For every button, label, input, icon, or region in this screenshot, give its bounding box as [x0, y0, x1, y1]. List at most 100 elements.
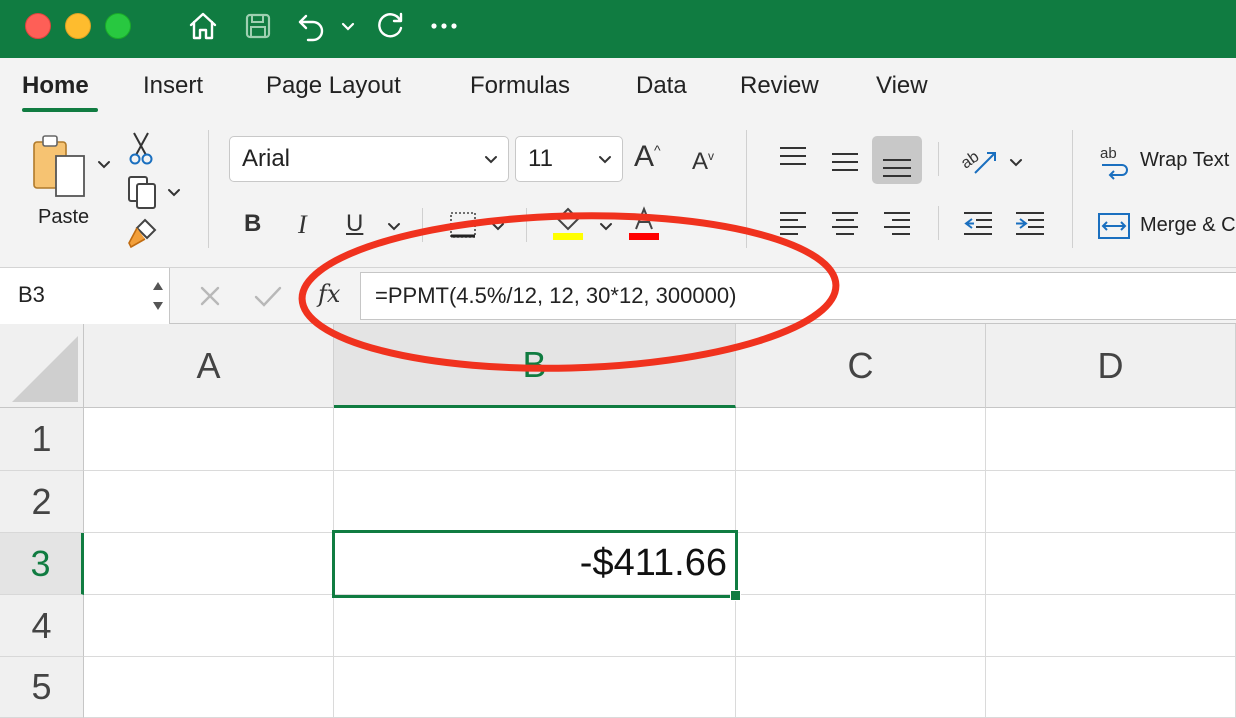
cell-c1[interactable]: [736, 408, 986, 471]
undo-icon[interactable]: [294, 8, 330, 44]
active-cell-b3[interactable]: -$411.66: [332, 530, 738, 598]
cell-d3[interactable]: [986, 533, 1236, 595]
cell-c3[interactable]: [736, 533, 986, 595]
ribbon-separator: [746, 130, 747, 248]
font-size-value: 11: [528, 145, 553, 172]
chevron-down-icon[interactable]: [384, 216, 404, 236]
cell-a5[interactable]: [84, 657, 334, 718]
italic-button[interactable]: I: [298, 210, 307, 240]
redo-icon[interactable]: [372, 8, 408, 44]
underline-button[interactable]: U: [346, 210, 363, 238]
cell-d5[interactable]: [986, 657, 1236, 718]
more-icon[interactable]: [426, 8, 462, 44]
home-icon[interactable]: [185, 8, 221, 44]
tab-insert[interactable]: Insert: [143, 72, 203, 100]
minimize-window-button[interactable]: [65, 13, 91, 39]
align-left-icon[interactable]: [776, 208, 810, 238]
paste-label: Paste: [38, 206, 90, 228]
column-header-d[interactable]: D: [986, 324, 1236, 408]
wrap-text-icon[interactable]: ab: [1094, 142, 1134, 182]
merge-center-label[interactable]: Merge & Center: [1140, 214, 1236, 237]
format-painter-icon[interactable]: [122, 216, 162, 252]
cell-b5[interactable]: [334, 657, 736, 718]
increase-font-size-button[interactable]: A^: [634, 140, 661, 174]
merge-center-icon[interactable]: [1094, 208, 1134, 244]
borders-icon[interactable]: [446, 208, 480, 242]
font-color-icon[interactable]: [626, 204, 662, 242]
chevron-down-icon[interactable]: [164, 182, 184, 202]
align-bottom-button[interactable]: [872, 136, 922, 184]
cell-d4[interactable]: [986, 595, 1236, 657]
row-header-3[interactable]: 3: [0, 533, 84, 595]
cell-b4[interactable]: [334, 595, 736, 657]
cell-a1[interactable]: [84, 408, 334, 471]
close-window-button[interactable]: [25, 13, 51, 39]
active-tab-indicator: [22, 108, 98, 112]
wrap-icon-text: ab: [1100, 145, 1117, 162]
cell-c2[interactable]: [736, 471, 986, 533]
cell-a4[interactable]: [84, 595, 334, 657]
cell-a3[interactable]: [84, 533, 334, 595]
chevron-down-icon[interactable]: [94, 154, 114, 174]
ribbon-separator: [526, 208, 527, 242]
column-header-a[interactable]: A: [84, 324, 334, 408]
increase-font-glyph: A: [634, 140, 655, 173]
ribbon-separator: [938, 206, 939, 240]
align-top-icon[interactable]: [776, 142, 810, 172]
ribbon-separator: [938, 142, 939, 176]
bold-button[interactable]: B: [244, 210, 261, 238]
tab-page-layout[interactable]: Page Layout: [266, 72, 401, 100]
chevron-down-icon[interactable]: [488, 216, 508, 236]
decrease-font-size-button[interactable]: Av: [692, 148, 714, 176]
decrease-indent-icon[interactable]: [960, 208, 996, 238]
tab-formulas[interactable]: Formulas: [470, 72, 570, 100]
chevron-down-icon[interactable]: [1006, 152, 1026, 172]
increase-indent-icon[interactable]: [1012, 208, 1048, 238]
chevron-down-icon[interactable]: [596, 216, 616, 236]
font-name-select[interactable]: Arial: [229, 136, 509, 182]
column-header-b[interactable]: B: [334, 324, 736, 408]
insert-function-button[interactable]: fx: [318, 280, 340, 308]
name-box[interactable]: B3: [0, 268, 170, 324]
cell-b1[interactable]: [334, 408, 736, 471]
column-header-c[interactable]: C: [736, 324, 986, 408]
decrease-font-glyph: A: [692, 148, 709, 175]
align-middle-icon[interactable]: [828, 146, 862, 176]
cell-a2[interactable]: [84, 471, 334, 533]
ribbon-separator: [422, 208, 423, 242]
wrap-text-label[interactable]: Wrap Text: [1140, 149, 1229, 172]
align-center-icon[interactable]: [828, 208, 862, 238]
select-all-corner[interactable]: [0, 324, 84, 408]
formula-input[interactable]: =PPMT(4.5%/12, 12, 30*12, 300000): [360, 272, 1236, 320]
chevron-down-icon[interactable]: [334, 8, 362, 44]
cell-c5[interactable]: [736, 657, 986, 718]
cell-d2[interactable]: [986, 471, 1236, 533]
orientation-icon[interactable]: ab: [958, 140, 1002, 180]
font-name-value: Arial: [242, 145, 291, 172]
paste-button[interactable]: [28, 132, 92, 214]
row-header-4[interactable]: 4: [0, 595, 84, 657]
cut-icon[interactable]: [126, 130, 156, 166]
zoom-window-button[interactable]: [105, 13, 131, 39]
copy-icon[interactable]: [122, 174, 162, 210]
cell-d1[interactable]: [986, 408, 1236, 471]
cell-b2[interactable]: [334, 471, 736, 533]
tab-home[interactable]: Home: [22, 72, 89, 100]
tab-review[interactable]: Review: [740, 72, 819, 100]
title-bar: [0, 0, 1236, 58]
cell-c4[interactable]: [736, 595, 986, 657]
row-header-2[interactable]: 2: [0, 471, 84, 533]
row-header-5[interactable]: 5: [0, 657, 84, 718]
fill-handle[interactable]: [730, 590, 741, 601]
font-size-select[interactable]: 11: [515, 136, 623, 182]
save-icon[interactable]: [240, 8, 276, 44]
stepper-icon[interactable]: [151, 276, 165, 316]
tab-data[interactable]: Data: [636, 72, 687, 100]
align-right-icon[interactable]: [880, 208, 914, 238]
tab-view[interactable]: View: [876, 72, 928, 100]
row-header-1[interactable]: 1: [0, 408, 84, 471]
fill-color-icon[interactable]: [550, 204, 586, 242]
cancel-icon[interactable]: [196, 282, 224, 310]
enter-check-icon[interactable]: [252, 282, 284, 310]
home-ribbon: Paste Arial 11 A^ Av B I U ab ab Wrap Te…: [0, 116, 1236, 268]
